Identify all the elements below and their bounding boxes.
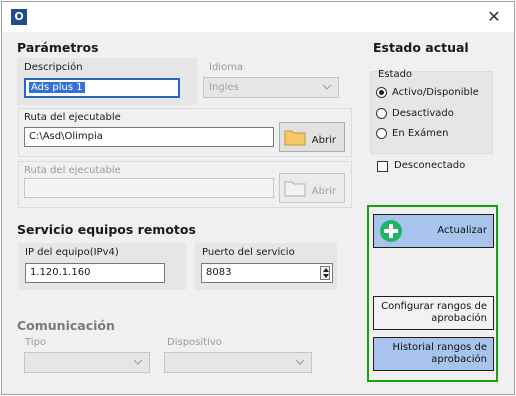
dispositivo-label: Dispositivo (167, 337, 222, 348)
close-icon[interactable]: ✕ (484, 7, 504, 27)
estado-actual-title: Estado actual (373, 40, 469, 55)
historial-rangos-label: Historial rangos de aprobación (392, 342, 487, 365)
radio-en-examen[interactable] (376, 128, 387, 139)
radio-desactivado[interactable] (376, 108, 387, 119)
desconectado-checkbox[interactable] (377, 161, 388, 172)
actualizar-label: Actualizar (437, 225, 487, 236)
chevron-down-icon (295, 359, 305, 365)
ruta2-abrir-label: Abrir (311, 186, 336, 197)
ruta1-field[interactable]: C:\Asd\Olimpia (24, 127, 274, 147)
ip-label: IP del equipo(IPv4) (25, 247, 119, 258)
dispositivo-select[interactable] (164, 352, 312, 373)
descripcion-field[interactable]: Ads plus 1 (24, 78, 180, 98)
descripcion-label: Descripción (24, 62, 83, 73)
ruta2-abrir-button[interactable]: Abrir (279, 173, 345, 203)
add-icon (380, 220, 402, 242)
ruta1-label: Ruta del ejecutable (24, 112, 121, 123)
idioma-select[interactable]: Ingles (203, 77, 339, 98)
servicio-title: Servicio equipos remotos (17, 222, 196, 237)
actualizar-button[interactable]: Actualizar (373, 214, 494, 248)
chevron-down-icon (322, 84, 332, 90)
configurar-rangos-label: Configurar rangos de aprobación (381, 301, 487, 324)
ruta1-abrir-label: Abrir (311, 135, 336, 146)
puerto-stepper[interactable]: 8083 (201, 263, 333, 283)
radio-activo-label[interactable]: Activo/Disponible (392, 87, 479, 98)
tipo-label: Tipo (25, 337, 47, 348)
puerto-label: Puerto del servicio (202, 247, 295, 258)
ruta1-abrir-button[interactable]: Abrir (279, 122, 345, 152)
dialog-window: O ✕ Parámetros Descripción Ads plus 1 Id… (1, 1, 515, 395)
ip-field[interactable]: 1.120.1.160 (25, 263, 165, 283)
radio-activo[interactable] (376, 87, 387, 98)
ruta2-label: Ruta del ejecutable (24, 165, 121, 176)
puerto-value: 8083 (206, 267, 232, 278)
desconectado-label[interactable]: Desconectado (394, 160, 465, 171)
estado-label: Estado (378, 69, 413, 80)
comunicacion-title: Comunicación (17, 318, 115, 333)
folder-icon (284, 130, 306, 146)
idioma-value: Ingles (209, 82, 239, 93)
configurar-rangos-button[interactable]: Configurar rangos de aprobación (373, 296, 494, 330)
tipo-select[interactable] (24, 352, 150, 373)
radio-en-examen-label[interactable]: En Exámen (392, 128, 448, 139)
historial-rangos-button[interactable]: Historial rangos de aprobación (373, 337, 494, 371)
spinner-arrows-icon[interactable] (320, 266, 330, 280)
parametros-title: Parámetros (17, 40, 99, 55)
idioma-label: Idioma (209, 62, 244, 73)
descripcion-value: Ads plus 1 (29, 82, 85, 93)
folder-icon (284, 181, 306, 197)
app-logo-icon: O (11, 9, 27, 25)
radio-desactivado-label[interactable]: Desactivado (392, 108, 454, 119)
title-bar: O ✕ (2, 2, 514, 32)
ruta2-field[interactable] (24, 178, 274, 198)
chevron-down-icon (133, 359, 143, 365)
